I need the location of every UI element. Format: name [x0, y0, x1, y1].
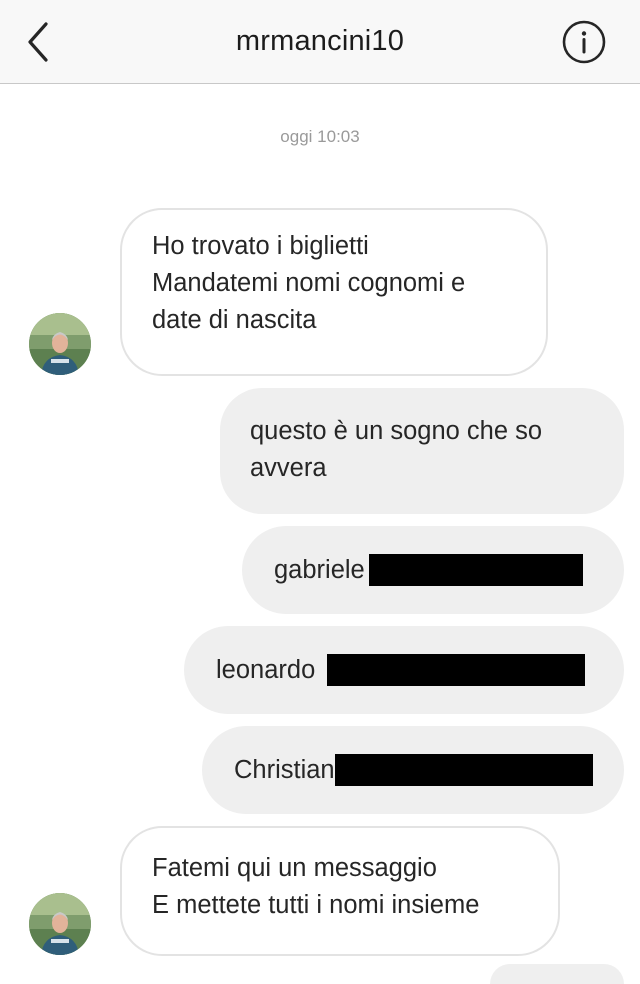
conversation-timestamp: oggi 10:03	[280, 127, 360, 146]
info-circle-icon	[562, 20, 606, 64]
chat-username-title[interactable]: mrmancini10	[0, 25, 640, 58]
message-text: questo è un sogno che so	[250, 417, 543, 445]
message-text: Mandatemi nomi cognomi e	[152, 269, 466, 297]
redaction-bar	[327, 654, 586, 686]
message-bubble-incoming[interactable]: Ho trovato i biglietti Mandatemi nomi co…	[120, 208, 548, 376]
message-text: Christian	[234, 755, 335, 784]
next-message-bubble-peek	[490, 964, 624, 984]
profile-photo	[29, 313, 91, 375]
message-text: gabriele	[274, 555, 365, 584]
message-text: Ho trovato i biglietti	[152, 232, 369, 260]
profile-photo	[29, 893, 91, 955]
message-bubble-outgoing[interactable]: gabriele	[242, 526, 624, 614]
message-text: leonardo	[216, 655, 316, 684]
message-text: Fatemi qui un messaggio	[152, 854, 437, 882]
message-text: date di nascita	[152, 306, 317, 334]
redaction-bar	[334, 754, 593, 786]
message-bubble-outgoing[interactable]: questo è un sogno che so avvera	[220, 388, 624, 514]
sender-avatar[interactable]	[29, 313, 91, 375]
info-button[interactable]	[560, 18, 608, 66]
sender-avatar[interactable]	[29, 893, 91, 955]
message-bubble-outgoing[interactable]: Christian	[202, 726, 624, 814]
message-text: avvera	[250, 454, 327, 482]
message-text: E mettete tutti i nomi insieme	[152, 891, 480, 919]
message-bubble-incoming[interactable]: Fatemi qui un messaggio E mettete tutti …	[120, 826, 560, 956]
message-bubble-outgoing[interactable]: leonardo	[184, 626, 624, 714]
redaction-bar	[368, 554, 583, 586]
chat-header: mrmancini10	[0, 0, 640, 84]
